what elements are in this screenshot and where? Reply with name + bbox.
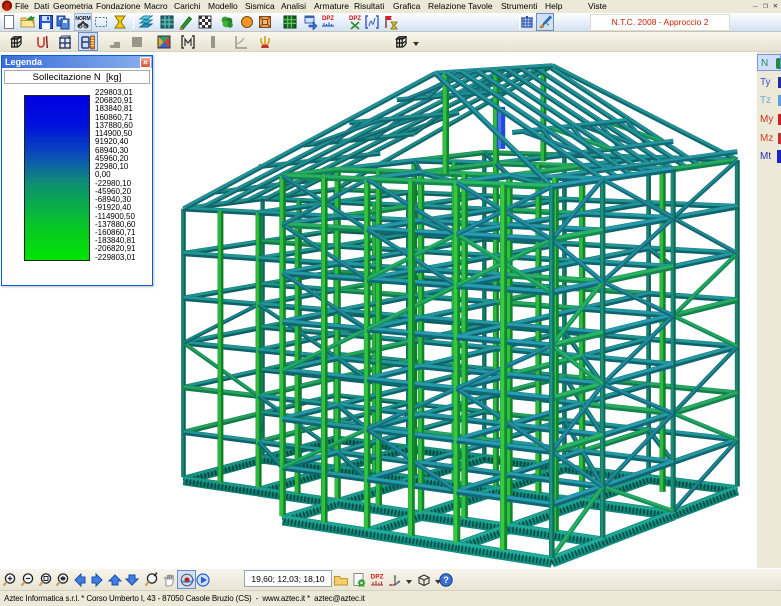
svg-text:DPZ: DPZ <box>371 574 384 581</box>
svg-text:?: ? <box>443 575 449 586</box>
svg-text:DPZ: DPZ <box>349 16 361 22</box>
svg-text:DPZ: DPZ <box>322 16 334 22</box>
